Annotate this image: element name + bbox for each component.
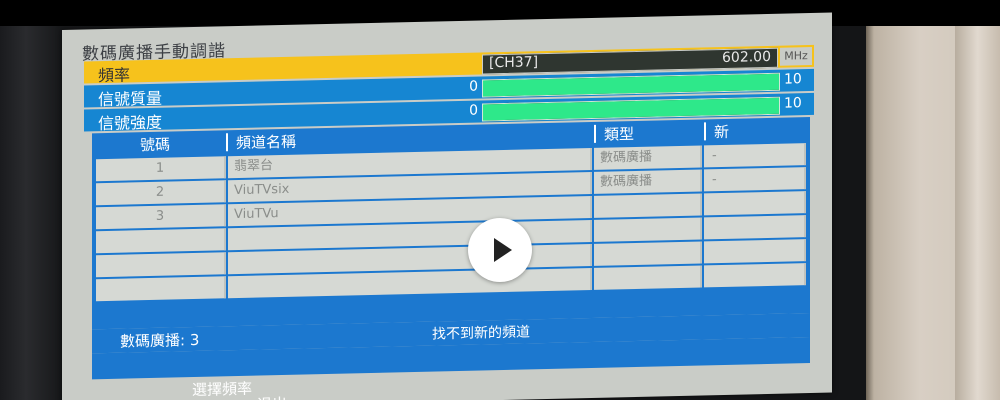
- cell-new: -: [704, 143, 806, 168]
- cell-type: [594, 265, 702, 290]
- cell-number: [96, 252, 226, 278]
- cell-new: [704, 263, 806, 288]
- cell-number: 2: [96, 180, 226, 206]
- channel-value: [CH37]: [489, 54, 539, 72]
- header-type: 類型: [604, 125, 635, 144]
- signal-strength-min: 0: [469, 102, 478, 119]
- signal-strength-fill: [483, 97, 779, 121]
- signal-strength-max: 10: [784, 95, 802, 112]
- channel-table: 號碼 頻道名稱 類型 新 1 翡翠台 數碼廣播 - 2 ViuTVsix 數碼廣…: [92, 117, 810, 330]
- cell-new: [704, 191, 806, 216]
- photo-frame: 數碼廣播手動調諧 頻率 [CH37] 602.00 MHz 信號質量 0 10 …: [0, 0, 1000, 400]
- channel-count: 數碼廣播: 3: [120, 330, 200, 351]
- header-number: 號碼: [140, 135, 171, 155]
- cell-number: 1: [96, 156, 226, 182]
- header-new: 新: [714, 122, 730, 142]
- cell-new: -: [704, 167, 806, 192]
- cell-type: [594, 241, 702, 266]
- play-icon: [494, 238, 512, 262]
- signal-quality-fill: [483, 73, 779, 97]
- cell-type: [594, 217, 702, 242]
- signal-quality-max: 10: [784, 71, 802, 88]
- signal-quality-min: 0: [469, 78, 478, 95]
- play-button[interactable]: [468, 218, 532, 282]
- cell-new: [704, 215, 806, 240]
- header-name: 頻道名稱: [236, 132, 297, 153]
- signal-quality-label: 信號質量: [98, 88, 163, 110]
- hint-exit: 退出: [257, 393, 287, 400]
- status-message: 找不到新的頻道: [432, 324, 530, 343]
- frequency-value: 602.00: [722, 48, 771, 67]
- frequency-unit: MHz: [780, 46, 812, 66]
- cell-number: [96, 276, 226, 302]
- frequency-label: 頻率: [98, 65, 131, 86]
- header-divider: [594, 124, 596, 143]
- signal-strength-label: 信號強度: [98, 112, 163, 134]
- tv-screen: 數碼廣播手動調諧 頻率 [CH37] 602.00 MHz 信號質量 0 10 …: [62, 12, 832, 400]
- cell-number: [96, 228, 226, 254]
- hint-select-frequency: 選擇頻率: [192, 379, 253, 400]
- header-divider: [704, 122, 706, 141]
- header-divider: [226, 133, 228, 152]
- cell-type: 數碼廣播: [594, 169, 702, 194]
- door-frame: [955, 26, 1000, 400]
- cell-type: [594, 193, 702, 218]
- cell-number: 3: [96, 204, 226, 230]
- cell-type: 數碼廣播: [594, 145, 702, 170]
- cell-new: [704, 239, 806, 264]
